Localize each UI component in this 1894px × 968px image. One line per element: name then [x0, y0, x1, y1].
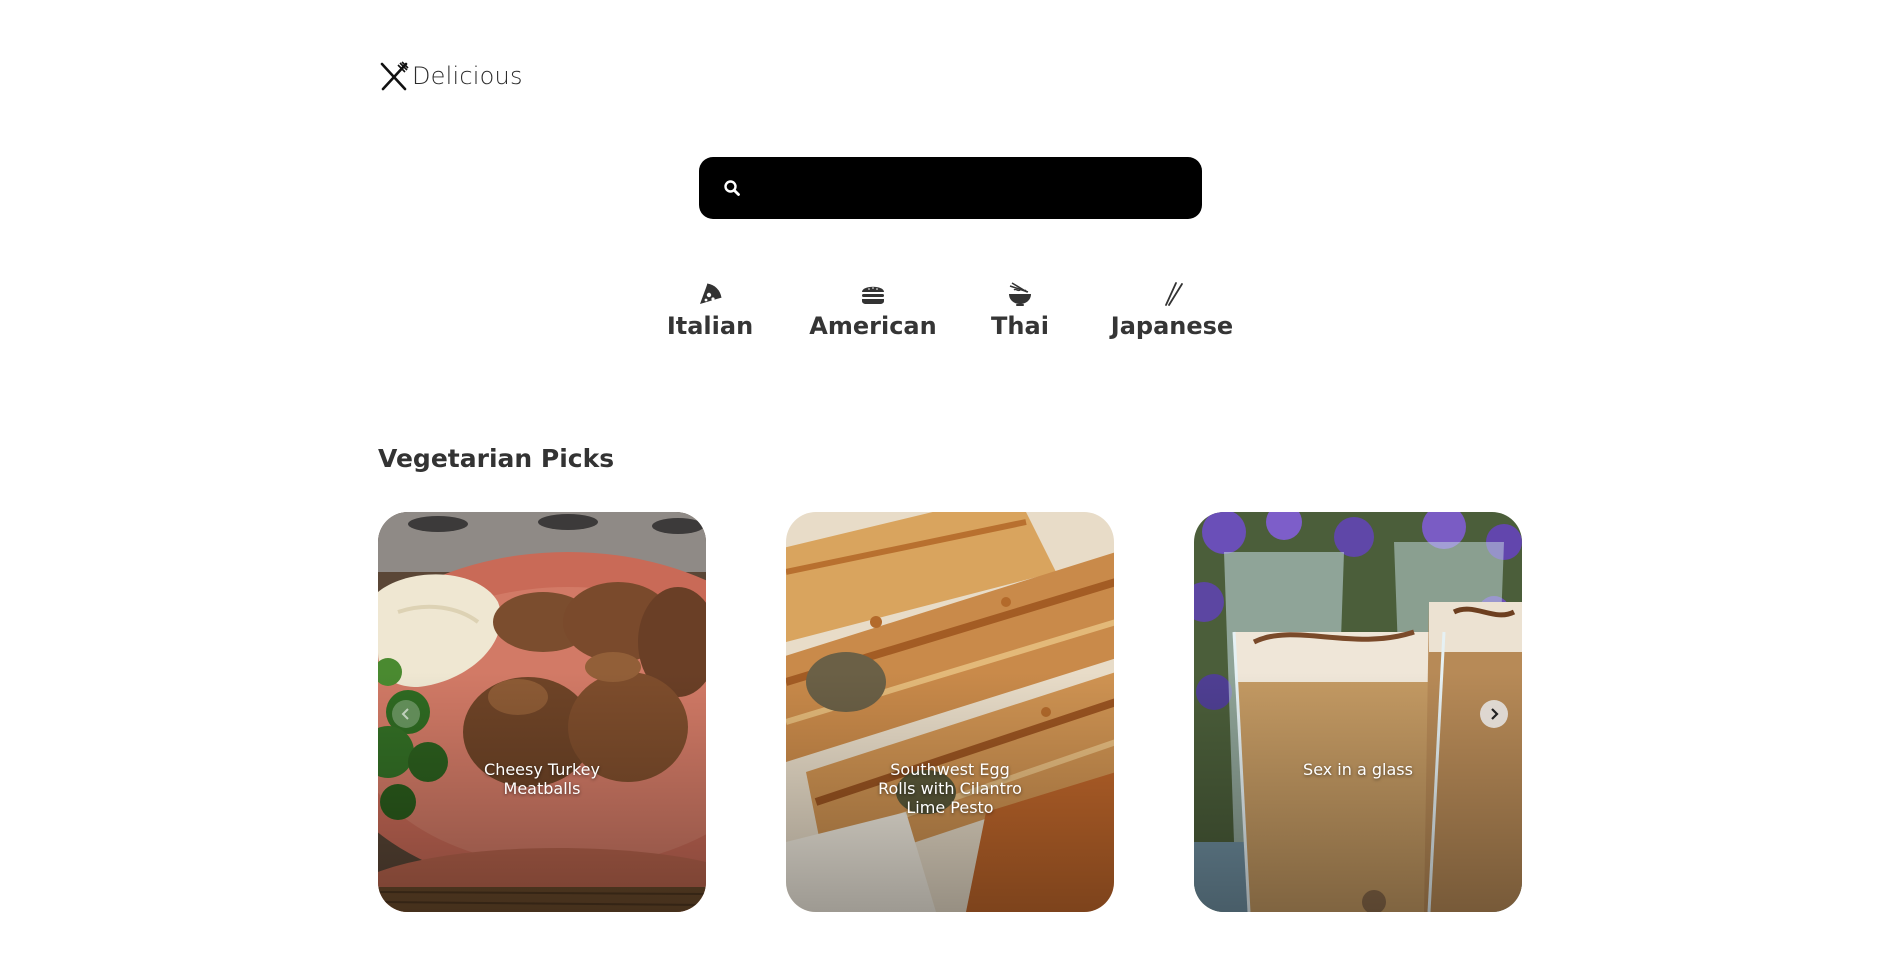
- burger-icon: [862, 286, 884, 304]
- recipe-card[interactable]: Sex in a glass: [1194, 512, 1522, 912]
- search-form: [699, 157, 1202, 221]
- cuisine-link-italian[interactable]: Italian: [666, 280, 754, 340]
- image-overlay: [378, 512, 706, 912]
- recipe-title: Southwest Egg Rolls with Cilantro Lime P…: [878, 760, 1022, 817]
- carousel-next-button[interactable]: [1480, 700, 1508, 728]
- fork-knife-icon: [380, 61, 409, 91]
- noodle-bowl-icon: [1009, 282, 1031, 306]
- brand-name: Delicious: [412, 62, 523, 90]
- recipe-carousel: Cheesy Turkey Meatballs Southwest Egg Ro…: [378, 512, 1522, 912]
- chopsticks-icon: [1165, 282, 1183, 306]
- pizza-icon: [700, 283, 722, 304]
- cuisine-link-american[interactable]: American: [803, 280, 943, 340]
- recipe-title: Cheesy Turkey Meatballs: [484, 760, 600, 798]
- recipe-card[interactable]: Southwest Egg Rolls with Cilantro Lime P…: [786, 512, 1114, 912]
- carousel-prev-button[interactable]: [392, 700, 420, 728]
- cuisine-label: Italian: [666, 312, 754, 340]
- cuisine-link-thai[interactable]: Thai: [985, 280, 1055, 340]
- cuisine-label: Japanese: [1110, 312, 1234, 340]
- cuisine-link-japanese[interactable]: Japanese: [1107, 280, 1237, 340]
- image-overlay: [1194, 512, 1522, 912]
- recipe-card[interactable]: Cheesy Turkey Meatballs: [378, 512, 706, 912]
- page: Delicious Italian American Thai Japanese…: [0, 0, 1894, 968]
- chevron-right-icon: [1491, 708, 1499, 720]
- section-title: Vegetarian Picks: [378, 444, 615, 473]
- chevron-left-icon: [401, 708, 409, 720]
- cuisine-label: American: [809, 312, 937, 340]
- brand-logo[interactable]: Delicious: [378, 60, 523, 92]
- cuisine-label: Thai: [991, 312, 1049, 340]
- search-icon: [724, 180, 740, 196]
- recipe-title: Sex in a glass: [1303, 760, 1413, 779]
- image-overlay: [786, 512, 1114, 912]
- search-input[interactable]: [755, 157, 1186, 221]
